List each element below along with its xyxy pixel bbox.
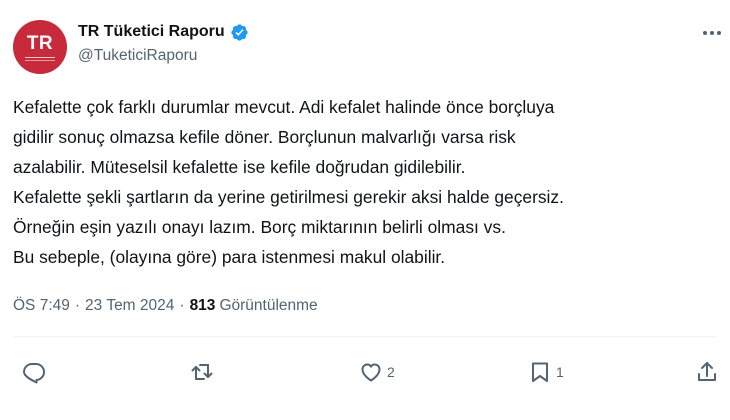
tweet-line: Kefalette şekli şartların da yerine geti…: [13, 187, 564, 207]
more-icon[interactable]: [700, 26, 724, 40]
user-handle[interactable]: @TuketiciRaporu: [78, 47, 197, 65]
like-count: 2: [387, 364, 395, 380]
verified-badge-icon[interactable]: [230, 23, 249, 42]
tweet-time[interactable]: ÖS 7:49: [13, 297, 70, 315]
tweet-line: azalabilir. Müteselsil kefalette ise kef…: [13, 157, 466, 177]
like-button[interactable]: 2: [359, 358, 395, 386]
tweet-line: Bu sebeple, (olayına göre) para istenmes…: [13, 247, 446, 267]
avatar[interactable]: TR: [13, 20, 67, 74]
avatar-text: TR: [26, 32, 54, 54]
tweet-line: Örneğin eşin yazılı onayı lazım. Borç mi…: [13, 217, 506, 237]
meta-separator: ·: [74, 297, 81, 314]
tweet-text: Kefalette çok farklı durumlar mevcut. Ad…: [13, 92, 723, 272]
divider: [13, 336, 717, 337]
tweet: TR TR Tüketici Raporu @TuketiciRaporu Ke…: [0, 0, 730, 420]
share-button[interactable]: [695, 358, 719, 386]
retweet-icon: [191, 364, 213, 380]
tweet-line: Kefalette çok farklı durumlar mevcut. Ad…: [13, 97, 555, 117]
reply-button[interactable]: [22, 358, 50, 386]
meta-separator: ·: [179, 297, 185, 314]
tweet-meta: ÖS 7:49 · 23 Tem 2024 · 813 Görüntülenme: [13, 297, 318, 315]
bookmark-count: 1: [556, 364, 564, 380]
retweet-button[interactable]: [190, 358, 218, 386]
views-label[interactable]: Görüntülenme: [219, 297, 317, 315]
bookmark-icon: [532, 362, 548, 382]
tweet-date[interactable]: 23 Tem 2024: [85, 297, 174, 315]
name-row: TR Tüketici Raporu: [78, 21, 249, 43]
tweet-line: gidilir sonuç olmazsa kefile döner. Borç…: [13, 127, 516, 147]
reply-icon: [23, 363, 45, 384]
bookmark-button[interactable]: 1: [528, 358, 564, 386]
avatar-decoration: [25, 56, 55, 61]
views-count[interactable]: 813: [190, 297, 216, 315]
display-name[interactable]: TR Tüketici Raporu: [78, 23, 225, 41]
share-icon: [698, 362, 716, 381]
like-icon: [361, 363, 381, 382]
